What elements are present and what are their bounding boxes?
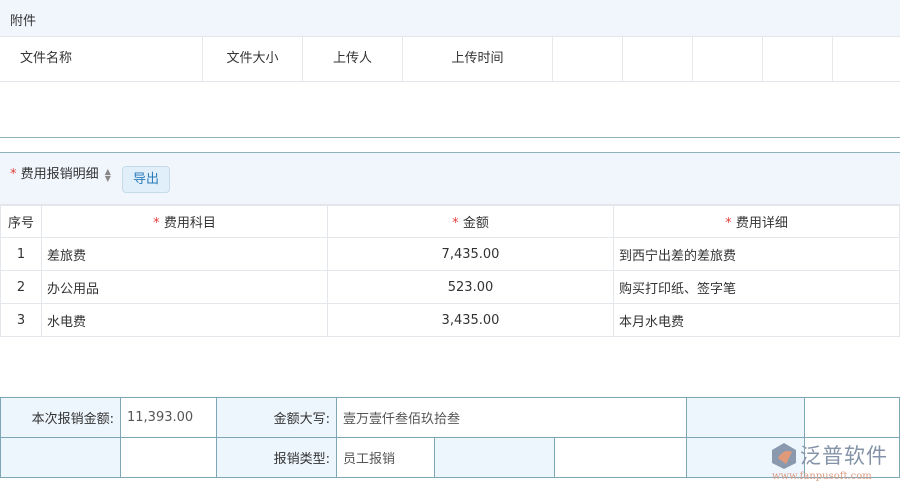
empty-label bbox=[686, 397, 805, 438]
export-button[interactable]: 导出 bbox=[122, 166, 170, 193]
empty-label bbox=[0, 437, 121, 478]
empty-value bbox=[554, 437, 687, 478]
total-value: 11,393.00 bbox=[120, 397, 217, 438]
col-file-size: 文件大小 bbox=[203, 37, 303, 81]
col-file-name: 文件名称 bbox=[0, 37, 203, 81]
brand-name: 泛普软件 bbox=[800, 444, 888, 468]
col-category: * 费用科目 bbox=[41, 205, 328, 238]
col-detail: * 费用详细 bbox=[613, 205, 900, 238]
sort-icon[interactable]: ▲ ▼ bbox=[103, 167, 113, 182]
table-row[interactable]: 2 办公用品 523.00 购买打印纸、签字笔 bbox=[0, 270, 900, 304]
details-title: 费用报销明细 bbox=[20, 167, 99, 182]
uppercase-value: 壹万壹仟叁佰玖拾叁 bbox=[336, 397, 687, 438]
table-row[interactable]: 1 差旅费 7,435.00 到西宁出差的差旅费 bbox=[0, 237, 900, 271]
expense-details-table: 序号 * 费用科目 * 金额 * 费用详细 1 差旅费 7,435.00 到西宁出差的… bbox=[0, 205, 900, 337]
uppercase-label: 金额大写: bbox=[216, 397, 337, 438]
empty-value bbox=[804, 397, 900, 438]
col-uploader: 上传人 bbox=[303, 37, 403, 81]
table-row[interactable]: 3 水电费 3,435.00 本月水电费 bbox=[0, 303, 900, 337]
col-empty bbox=[693, 37, 763, 81]
col-upload-time: 上传时间 bbox=[403, 37, 553, 81]
details-header: * 费用报销明细 ▲ ▼ 导出 bbox=[0, 152, 900, 205]
divider bbox=[0, 137, 900, 138]
col-index: 序号 bbox=[0, 205, 42, 238]
col-amount: * 金额 bbox=[327, 205, 614, 238]
type-label: 报销类型: bbox=[216, 437, 337, 478]
attachments-title: 附件 bbox=[10, 14, 37, 29]
brand-url: www.fanpusoft.com bbox=[772, 471, 872, 482]
summary-table: 本次报销金额: 11,393.00 金额大写: 壹万壹仟叁佰玖拾叁 报销类型: … bbox=[0, 397, 900, 478]
attachments-columns: 文件名称 文件大小 上传人 上传时间 bbox=[0, 37, 900, 82]
col-empty bbox=[623, 37, 693, 81]
empty-value bbox=[120, 437, 217, 478]
total-label: 本次报销金额: bbox=[0, 397, 121, 438]
required-star: * bbox=[10, 167, 17, 182]
attachments-header: 附件 bbox=[0, 0, 900, 37]
col-empty bbox=[763, 37, 833, 81]
type-value[interactable]: 员工报销 bbox=[336, 437, 435, 478]
logo-icon bbox=[772, 443, 796, 469]
col-empty bbox=[553, 37, 623, 81]
empty-label bbox=[434, 437, 555, 478]
watermark-logo: 泛普软件 www.fanpusoft.com bbox=[770, 440, 895, 485]
